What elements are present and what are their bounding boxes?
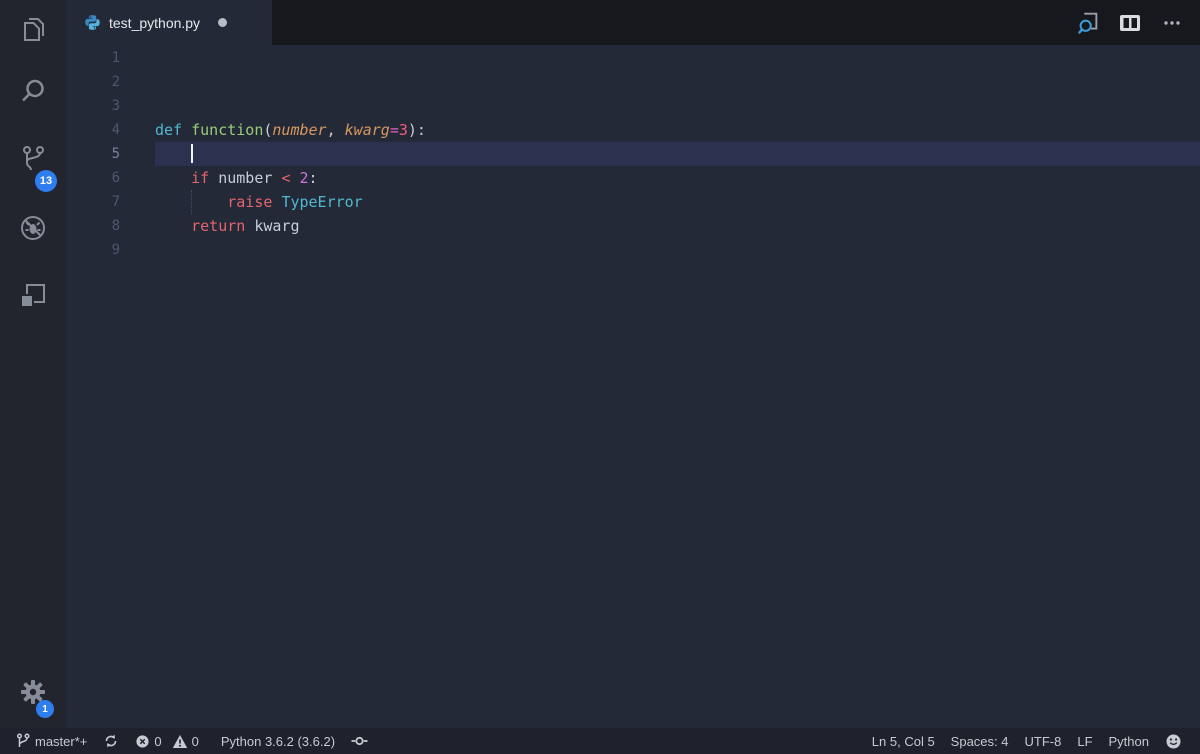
code-text	[155, 142, 1200, 166]
code-line-6[interactable]: 6 if number < 2:	[66, 166, 1200, 190]
split-editor-icon[interactable]	[1114, 7, 1146, 39]
encoding-item[interactable]: UTF-8	[1017, 728, 1070, 754]
editor-actions	[1072, 0, 1200, 45]
code-line-8[interactable]: 8 return kwarg	[66, 214, 1200, 238]
error-icon	[135, 734, 150, 749]
python-interpreter-item[interactable]: Python 3.6.2 (3.6.2)	[213, 728, 343, 754]
sync-icon	[103, 733, 119, 749]
python-version-label: Python 3.6.2 (3.6.2)	[221, 734, 335, 749]
indentation-label: Spaces: 4	[951, 734, 1009, 749]
code-line-9[interactable]: 9	[66, 238, 1200, 262]
code-text	[155, 238, 1200, 262]
open-preview-icon[interactable]	[1072, 7, 1104, 39]
modified-dot-icon	[218, 18, 227, 27]
tab-test-python[interactable]: test_python.py	[66, 0, 272, 45]
line-number: 3	[66, 94, 120, 118]
activity-bar: 13	[0, 0, 66, 728]
smiley-icon	[1165, 733, 1182, 750]
tab-bar: test_python.py	[66, 0, 1200, 45]
code-text	[155, 46, 1200, 70]
code-line-2[interactable]: 2	[66, 70, 1200, 94]
code-text	[155, 94, 1200, 118]
git-branch-icon	[16, 733, 30, 749]
target-icon	[351, 733, 368, 749]
code-line-7[interactable]: 7 raise TypeError	[66, 190, 1200, 214]
sync-button[interactable]	[95, 728, 127, 754]
code-line-5[interactable]: 5	[66, 142, 1200, 166]
line-number: 7	[66, 190, 120, 214]
line-number: 5	[66, 142, 120, 166]
status-bar: master*+ 0 0 Pyth	[0, 728, 1200, 754]
line-number: 1	[66, 46, 120, 70]
sidebar-item-source-control[interactable]: 13	[0, 126, 66, 194]
search-icon	[16, 75, 50, 109]
encoding-label: UTF-8	[1025, 734, 1062, 749]
code-text: def function(number, kwarg=3):	[155, 118, 1200, 142]
warning-icon	[172, 734, 188, 749]
code-lines: 1234 def function(number, kwarg=3): 56 if …	[66, 46, 1200, 262]
debug-icon	[16, 211, 50, 245]
cursor-position-item[interactable]: Ln 5, Col 5	[864, 728, 943, 754]
code-text	[155, 70, 1200, 94]
line-number: 2	[66, 70, 120, 94]
text-cursor	[191, 144, 193, 163]
more-actions-icon[interactable]	[1156, 7, 1188, 39]
error-count: 0	[154, 734, 161, 749]
cursor-position-label: Ln 5, Col 5	[872, 734, 935, 749]
settings-badge: 1	[36, 700, 54, 718]
line-number: 4	[66, 118, 120, 142]
code-line-3[interactable]: 3	[66, 94, 1200, 118]
explorer-icon	[16, 12, 50, 46]
code-text: raise TypeError	[155, 190, 1200, 214]
feedback-item[interactable]	[1157, 728, 1190, 754]
source-control-badge: 13	[35, 170, 57, 192]
code-editor[interactable]: 1234 def function(number, kwarg=3): 56 if …	[66, 45, 1200, 728]
git-branch-item[interactable]: master*+	[8, 728, 95, 754]
language-mode-label: Python	[1109, 734, 1149, 749]
python-icon	[84, 14, 101, 31]
sidebar-item-settings[interactable]: 1	[0, 666, 66, 718]
code-line-1[interactable]: 1	[66, 46, 1200, 70]
eol-label: LF	[1077, 734, 1092, 749]
status-bar-right: Ln 5, Col 5 Spaces: 4 UTF-8 LF Python	[864, 728, 1190, 754]
target-item[interactable]	[343, 728, 376, 754]
code-text: if number < 2:	[155, 166, 1200, 190]
sidebar-item-search[interactable]	[0, 58, 66, 126]
editor-group: test_python.py	[66, 0, 1200, 728]
code-text: return kwarg	[155, 214, 1200, 238]
tab-label: test_python.py	[109, 15, 200, 31]
problems-item[interactable]: 0 0	[127, 728, 212, 754]
warning-count: 0	[192, 734, 199, 749]
indent-guide	[191, 190, 192, 214]
workbench: 13	[0, 0, 1200, 728]
git-branch-label: master*+	[35, 734, 87, 749]
sidebar-item-explorer[interactable]	[0, 0, 66, 58]
line-number: 8	[66, 214, 120, 238]
line-number: 6	[66, 166, 120, 190]
extensions-icon	[16, 279, 50, 313]
sidebar-item-extensions[interactable]	[0, 262, 66, 330]
line-number: 9	[66, 238, 120, 262]
indentation-item[interactable]: Spaces: 4	[943, 728, 1017, 754]
language-mode-item[interactable]: Python	[1101, 728, 1157, 754]
code-line-4[interactable]: 4 def function(number, kwarg=3):	[66, 118, 1200, 142]
sidebar-item-debug[interactable]	[0, 194, 66, 262]
eol-item[interactable]: LF	[1069, 728, 1100, 754]
